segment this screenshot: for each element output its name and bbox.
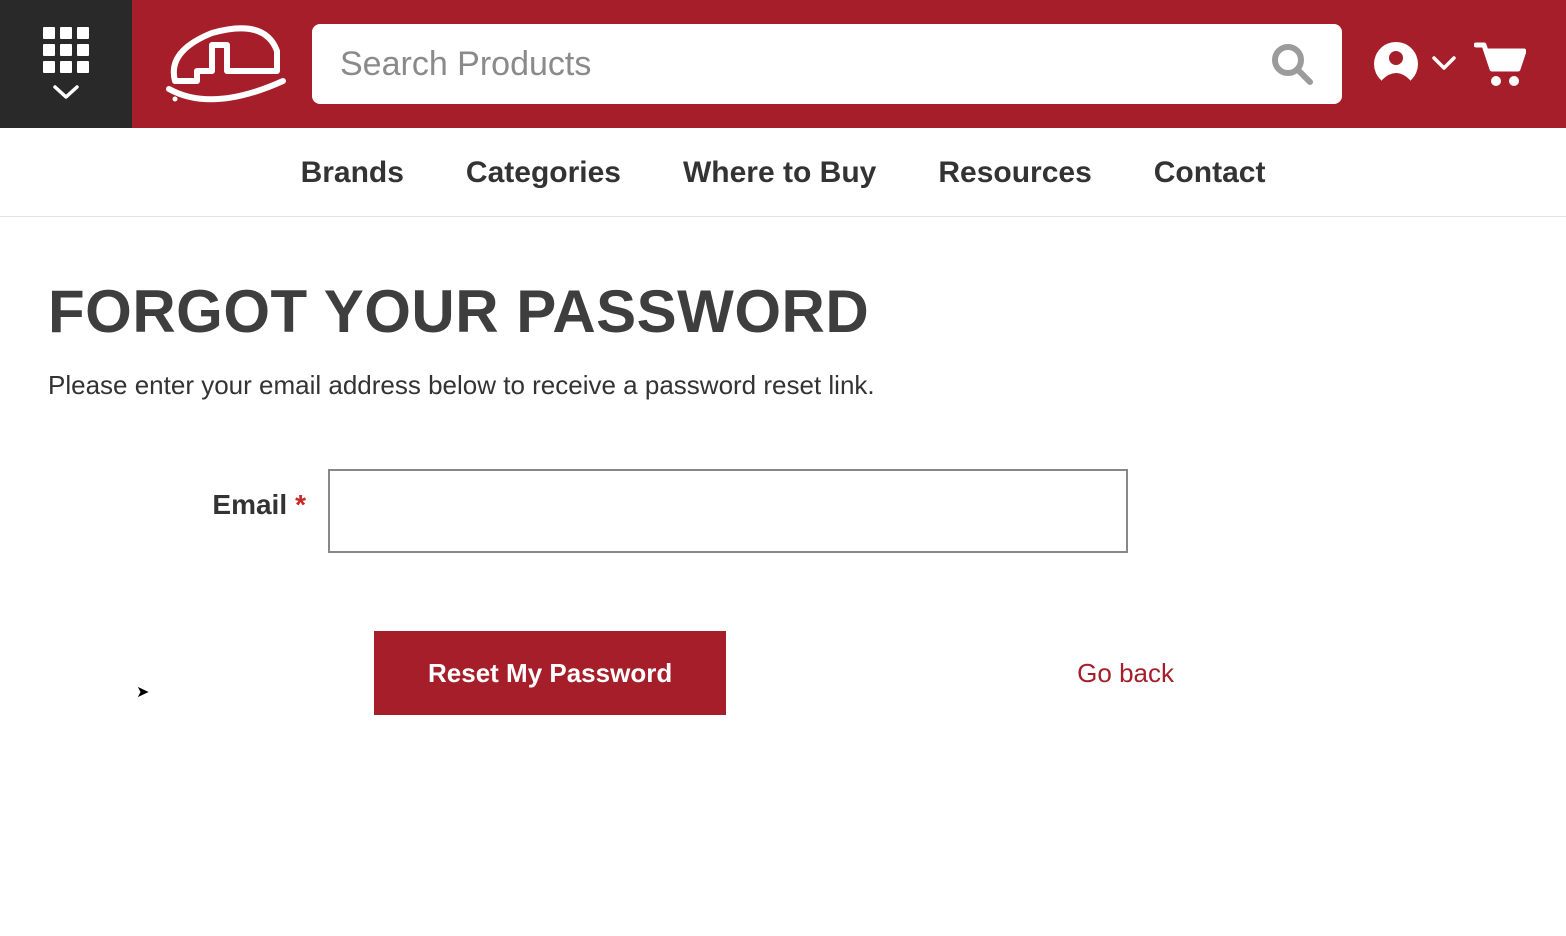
header-right	[1372, 0, 1566, 128]
email-label-text: Email	[212, 489, 287, 520]
nav-resources[interactable]: Resources	[938, 156, 1091, 190]
page-subtitle: Please enter your email address below to…	[48, 370, 1152, 401]
brand-logo[interactable]	[132, 0, 312, 128]
top-bar	[0, 0, 1566, 128]
cap-logo-icon	[157, 21, 287, 107]
user-circle-icon	[1372, 40, 1420, 88]
search-bar	[312, 24, 1342, 104]
chevron-down-icon	[53, 85, 79, 101]
grid-icon	[43, 27, 89, 73]
required-mark: *	[295, 489, 306, 520]
search-input[interactable]	[340, 45, 1270, 84]
chevron-down-icon	[1432, 56, 1456, 72]
nav-brands[interactable]: Brands	[301, 156, 404, 190]
email-field[interactable]	[328, 469, 1128, 553]
main-content: FORGOT YOUR PASSWORD Please enter your e…	[0, 217, 1200, 775]
actions-row: Reset My Password Go back	[374, 631, 1174, 715]
email-row: Email *	[48, 469, 1152, 553]
reset-password-button[interactable]: Reset My Password	[374, 631, 726, 715]
cart-icon[interactable]	[1474, 41, 1526, 87]
apps-menu-button[interactable]	[0, 0, 132, 128]
primary-nav: Brands Categories Where to Buy Resources…	[0, 128, 1566, 217]
nav-categories[interactable]: Categories	[466, 156, 621, 190]
nav-where-to-buy[interactable]: Where to Buy	[683, 156, 876, 190]
go-back-link[interactable]: Go back	[1077, 658, 1174, 689]
nav-contact[interactable]: Contact	[1154, 156, 1266, 190]
search-wrap	[312, 0, 1372, 128]
page-title: FORGOT YOUR PASSWORD	[48, 277, 1152, 346]
email-label: Email *	[48, 469, 328, 521]
search-icon[interactable]	[1270, 42, 1314, 86]
account-menu-button[interactable]	[1372, 40, 1456, 88]
